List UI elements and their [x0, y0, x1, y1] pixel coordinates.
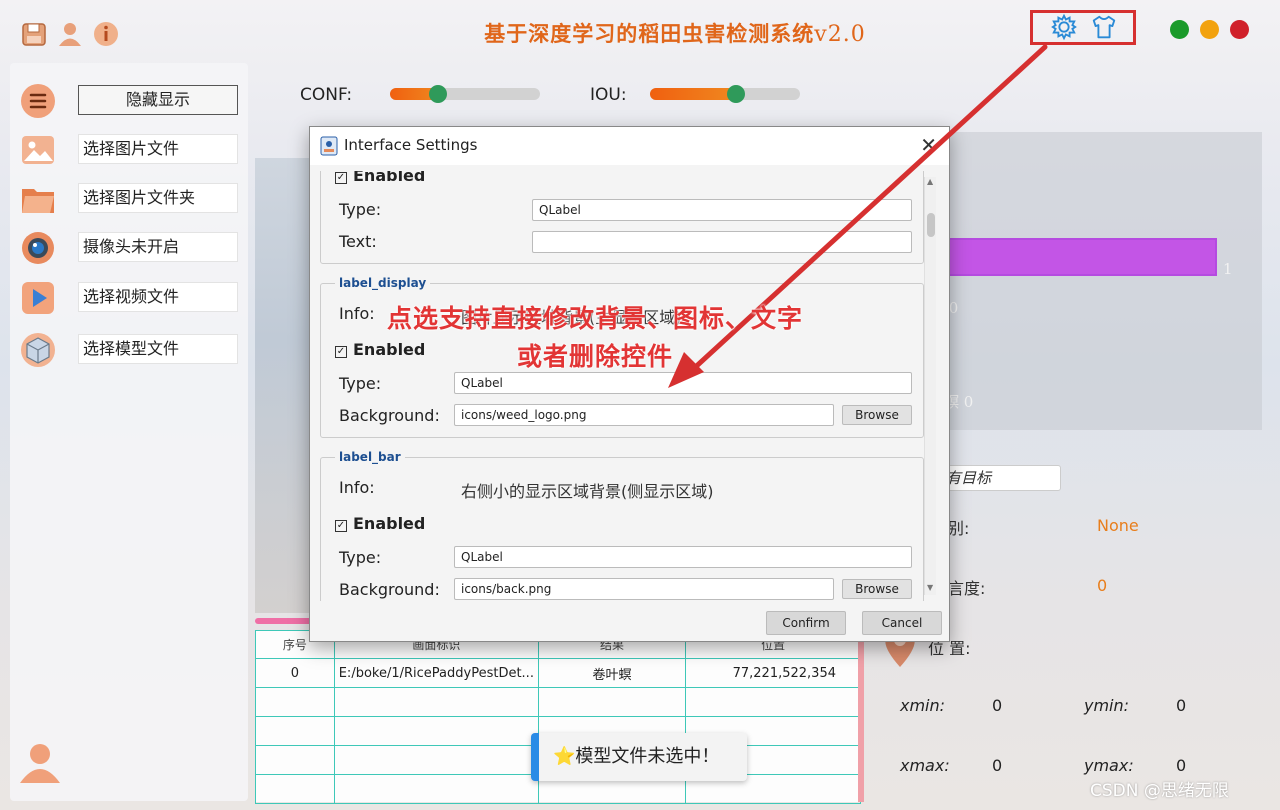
annotation-arrow: [668, 44, 1048, 388]
annotation-text: 点选支持直接修改背景、图标、文字 或者删除控件: [355, 300, 835, 376]
toast-message: ⭐模型文件未选中！: [531, 733, 747, 781]
annotation-line-2: 或者删除控件: [516, 342, 673, 371]
annotation-line-1: 点选支持直接修改背景、图标、文字: [386, 304, 803, 333]
watermark: CSDN @思绪无限: [1090, 781, 1229, 801]
